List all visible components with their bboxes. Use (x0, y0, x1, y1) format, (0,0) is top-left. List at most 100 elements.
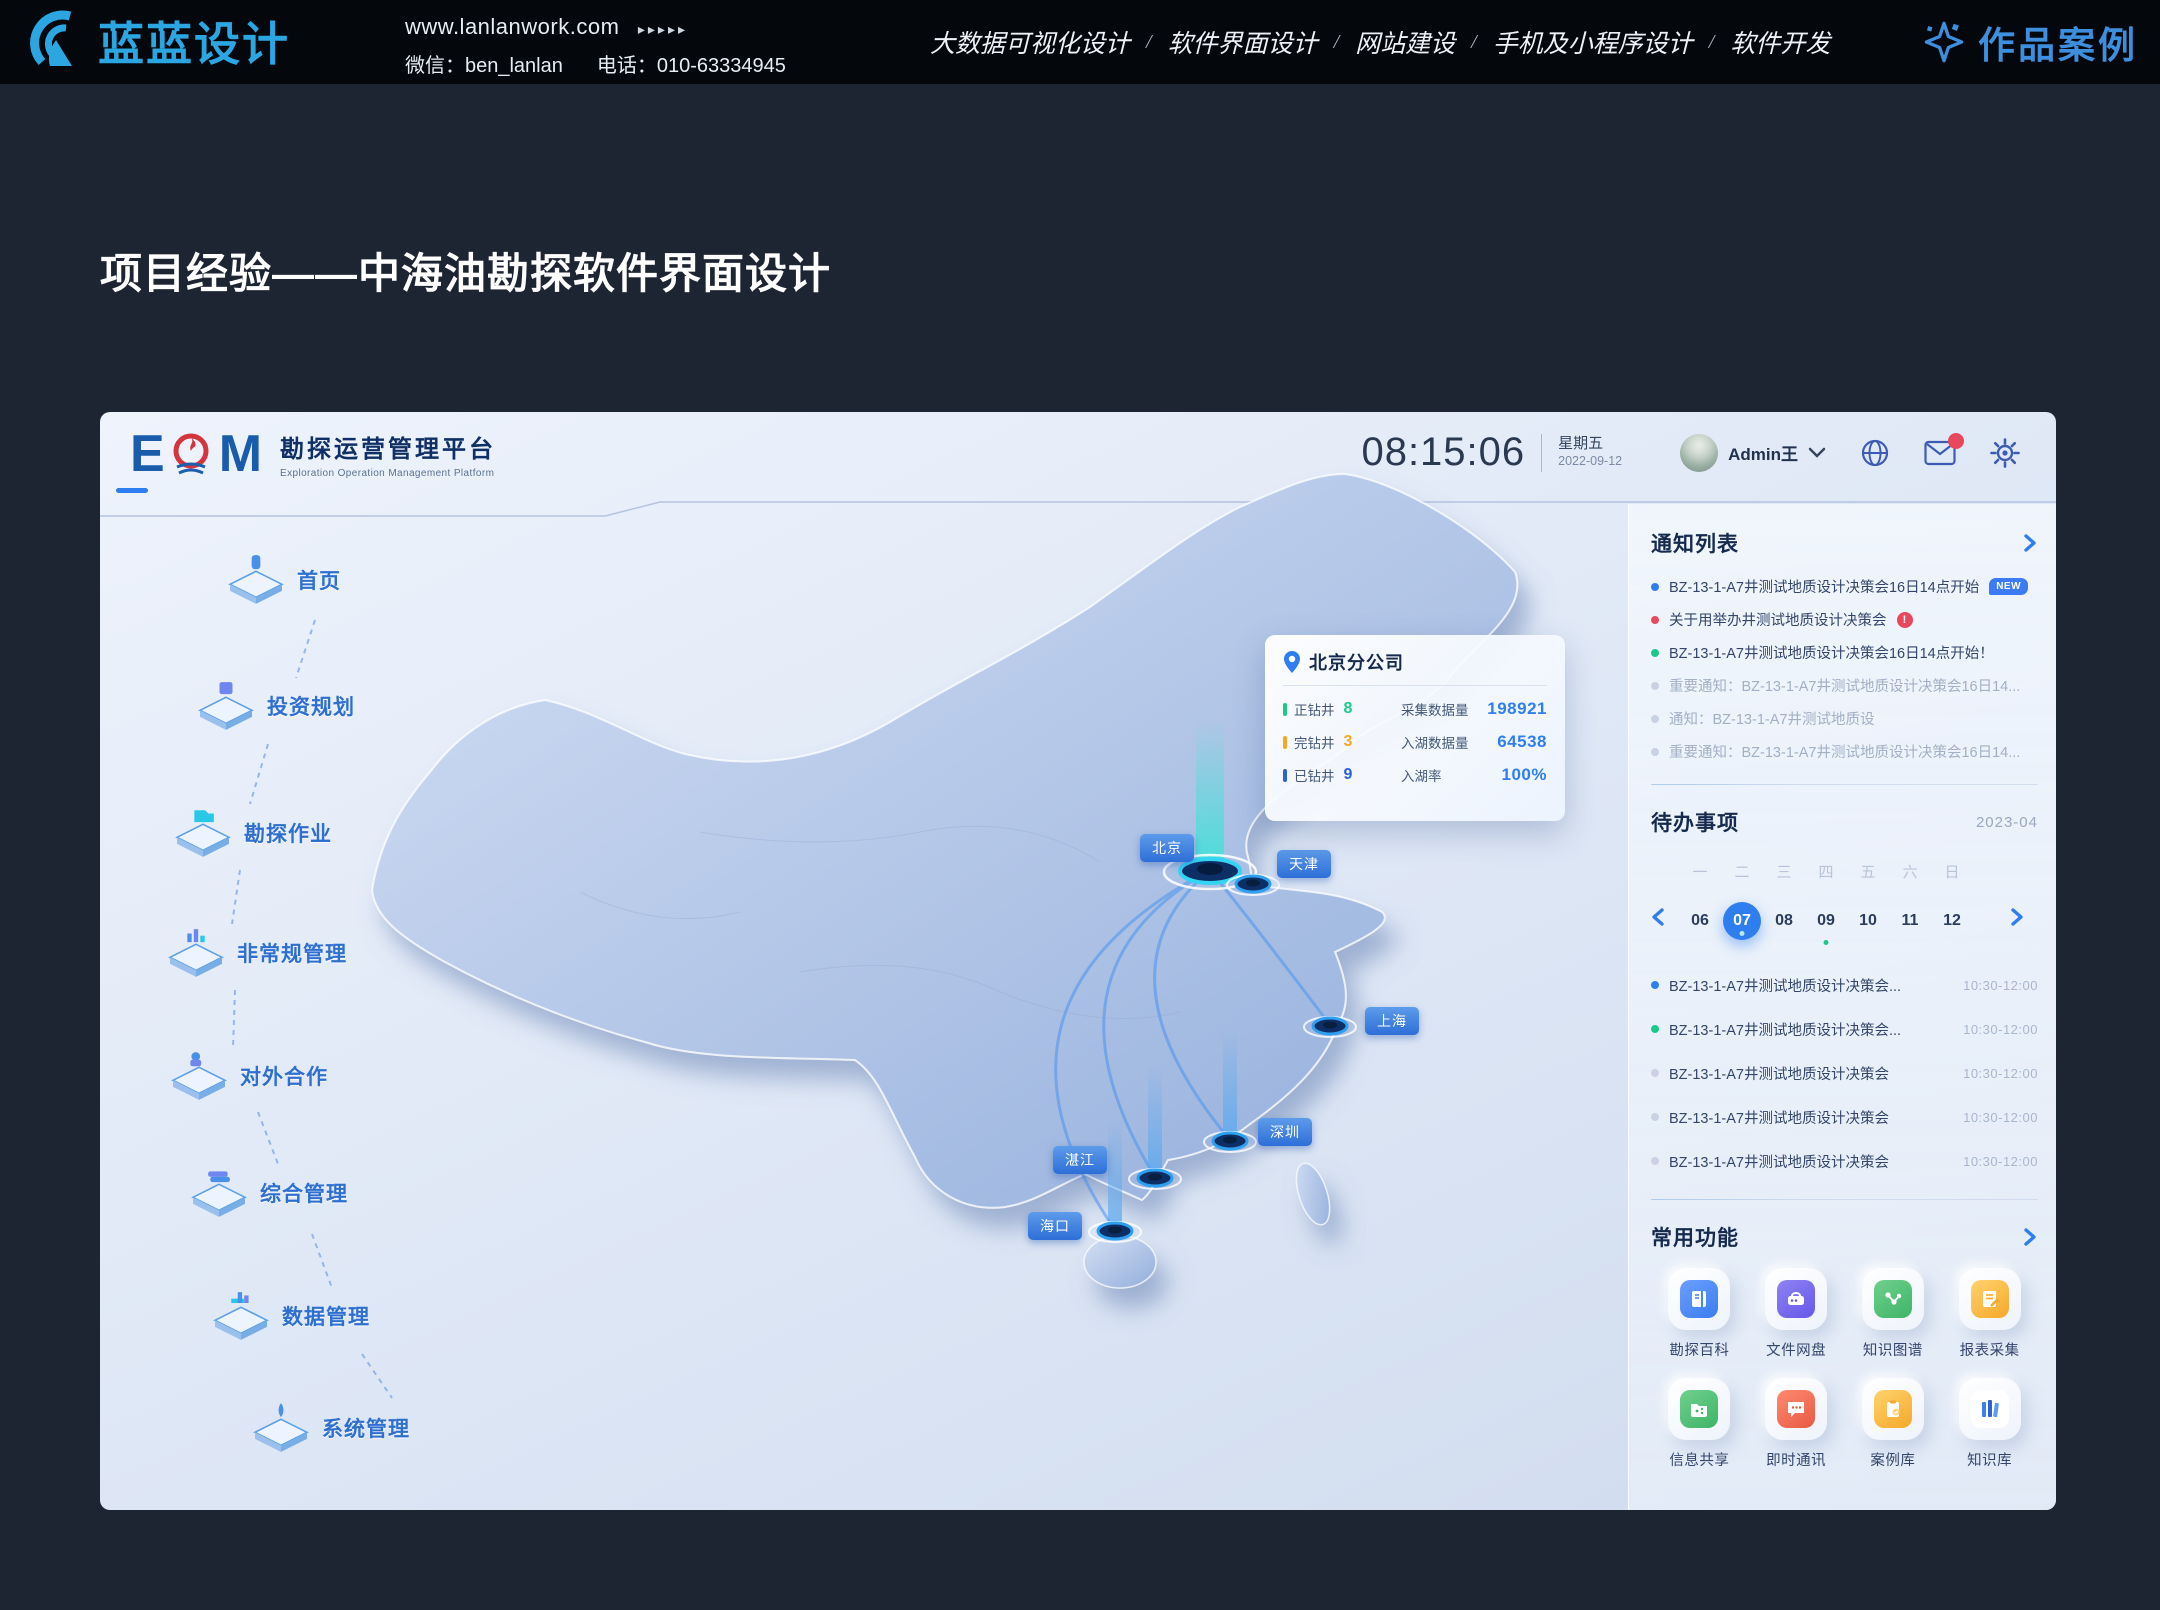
calendar-date[interactable]: 06 (1679, 901, 1721, 941)
language-globe-icon[interactable] (1860, 438, 1890, 468)
ecm-dashboard: E M 勘探运营管理平台 Exploration Operation Manag… (100, 412, 2056, 1510)
city-label-shenzhen[interactable]: 深圳 (1258, 1118, 1312, 1146)
city-label-zhanjiang[interactable]: 湛江 (1053, 1146, 1107, 1174)
calendar-prev-icon[interactable] (1651, 907, 1665, 927)
section-divider (1651, 784, 2038, 785)
calendar-date[interactable]: 10 (1847, 901, 1889, 941)
todo-row[interactable]: BZ-13-1-A7井测试地质设计决策会... 10:30-12:00 (1651, 963, 2038, 1007)
nav-item-bigdata[interactable]: 大数据可视化设计 (930, 24, 1130, 60)
city-label-shanghai[interactable]: 上海 (1365, 1007, 1419, 1035)
status-dot (1651, 1025, 1659, 1033)
site-info: www.lanlanwork.com ▸▸▸▸▸ 微信：ben_lanlan 电… (405, 14, 786, 78)
status-dot (1651, 649, 1659, 657)
sidebar-item-investment[interactable]: 投资规划 (195, 680, 355, 732)
site-wechat: 微信：ben_lanlan (405, 49, 563, 78)
shenzhen-marker[interactable] (1204, 1132, 1256, 1152)
notification-row[interactable]: BZ-13-1-A7井测试地质设计决策会16日14点开始 NEW (1651, 570, 2038, 603)
zhanjiang-marker[interactable] (1129, 1169, 1181, 1189)
fn-report-collect[interactable]: 报表采集 (1941, 1268, 2038, 1360)
todo-row[interactable]: BZ-13-1-A7井测试地质设计决策会 10:30-12:00 (1651, 1051, 2038, 1095)
notification-row[interactable]: 关于用举办井测试地质设计决策会 ! (1651, 603, 2038, 636)
calendar-next-icon[interactable] (2010, 907, 2024, 927)
nav-separator: / (1334, 31, 1340, 54)
status-dot (1651, 682, 1659, 690)
sidebar-item-unconventional[interactable]: 非常规管理 (165, 927, 347, 979)
functions-title: 常用功能 (1651, 1222, 1739, 1252)
todo-row[interactable]: BZ-13-1-A7井测试地质设计决策会 10:30-12:00 (1651, 1095, 2038, 1139)
settings-gear-icon[interactable] (1990, 438, 2020, 468)
clock: 08:15:06 (1361, 430, 1525, 475)
platform-plan-icon (195, 680, 257, 732)
nav-item-dev[interactable]: 软件开发 (1730, 24, 1830, 60)
status-dot (1651, 616, 1659, 624)
user-menu[interactable]: Admin王 (1680, 434, 1826, 472)
chevron-right-icon[interactable] (2022, 533, 2038, 553)
platform-partner-icon (168, 1050, 230, 1102)
status-dot (1651, 1157, 1659, 1165)
todo-row[interactable]: BZ-13-1-A7井测试地质设计决策会... 10:30-12:00 (1651, 1007, 2038, 1051)
calendar-date-selected[interactable]: 07 (1721, 901, 1763, 941)
mail-badge (1948, 433, 1964, 449)
weekday-label: 五 (1847, 861, 1889, 882)
todo-row[interactable]: BZ-13-1-A7井测试地质设计决策会 10:30-12:00 (1651, 1139, 2038, 1183)
fn-encyclopedia[interactable]: 勘探百科 (1651, 1268, 1748, 1360)
nav-item-website[interactable]: 网站建设 (1355, 24, 1455, 60)
calendar-date[interactable]: 12 (1931, 901, 1973, 941)
alert-icon: ! (1897, 612, 1913, 628)
chevron-right-icon[interactable] (2022, 1227, 2038, 1247)
calendar-date[interactable]: 08 (1763, 901, 1805, 941)
beijing-info-card: 北京分公司 正钻井 8 采集数据量 198921 完钻井 3 入湖数据量 645… (1265, 635, 1565, 821)
functions-header: 常用功能 (1651, 1222, 2038, 1252)
stat-drilling: 正钻井 8 (1283, 699, 1401, 719)
sidebar-item-general[interactable]: 综合管理 (188, 1167, 348, 1219)
nav-item-software-ui[interactable]: 软件界面设计 (1168, 24, 1318, 60)
sidebar-item-home[interactable]: 首页 (225, 554, 341, 606)
sidebar-item-exploration[interactable]: 勘探作业 (172, 807, 332, 859)
nav-separator: / (1146, 31, 1152, 54)
stat-bar (1283, 769, 1287, 782)
shanghai-marker[interactable] (1304, 1017, 1356, 1037)
tianjin-marker[interactable] (1227, 875, 1279, 895)
sidebar-item-cooperation[interactable]: 对外合作 (168, 1050, 328, 1102)
notification-row[interactable]: 重要通知：BZ-13-1-A7井测试地质设计决策会16日14... (1651, 669, 2038, 702)
sidebar-item-data[interactable]: 数据管理 (210, 1290, 370, 1342)
book-icon (1688, 1288, 1710, 1310)
notification-row[interactable]: 重要通知：BZ-13-1-A7井测试地质设计决策会16日14... (1651, 735, 2038, 768)
site-logo[interactable]: 蓝蓝设计 (26, 8, 290, 74)
graph-icon (1882, 1288, 1904, 1310)
fn-knowledge-base[interactable]: 知识库 (1941, 1378, 2038, 1470)
location-pin-icon (1283, 650, 1301, 674)
weekday-label: 四 (1805, 861, 1847, 882)
weekday-label: 二 (1721, 861, 1763, 882)
notifications-header: 通知列表 (1651, 528, 2038, 558)
sidebar-item-system[interactable]: 系统管理 (250, 1402, 410, 1454)
portfolio-link[interactable]: 作品案例 (1922, 0, 2138, 84)
weekday-label: 日 (1931, 861, 1973, 882)
haikou-marker[interactable] (1089, 1222, 1141, 1242)
clipboard-icon (1882, 1398, 1904, 1420)
city-label-beijing[interactable]: 北京 (1140, 834, 1194, 862)
notification-row[interactable]: BZ-13-1-A7井测试地质设计决策会16日14点开始！ (1651, 636, 2038, 669)
city-label-tianjin[interactable]: 天津 (1277, 850, 1331, 878)
fn-case-library[interactable]: 案例库 (1845, 1378, 1942, 1470)
weekday-label: 六 (1889, 861, 1931, 882)
platform-books-icon (188, 1167, 250, 1219)
notification-row[interactable]: 通知：BZ-13-1-A7井测试地质设 (1651, 702, 2038, 735)
todos-title: 待办事项 (1651, 807, 1739, 837)
sidebar-label: 综合管理 (260, 1178, 348, 1208)
city-label-haikou[interactable]: 海口 (1028, 1212, 1082, 1240)
nav-item-mobile[interactable]: 手机及小程序设计 (1493, 24, 1693, 60)
fn-info-share[interactable]: 信息共享 (1651, 1378, 1748, 1470)
mail-icon[interactable] (1924, 440, 1956, 466)
calendar-date[interactable]: 09 (1805, 901, 1847, 941)
calendar-date[interactable]: 11 (1889, 901, 1931, 941)
app-subtitle: Exploration Operation Management Platfor… (280, 468, 496, 479)
site-url: www.lanlanwork.com (405, 14, 619, 39)
functions-grid: 勘探百科 文件网盘 知 (1651, 1268, 2038, 1470)
books-icon (1978, 1397, 2002, 1421)
stat-collected: 采集数据量 198921 (1401, 699, 1547, 719)
fn-file-drive[interactable]: 文件网盘 (1748, 1268, 1845, 1360)
fn-knowledge-graph[interactable]: 知识图谱 (1845, 1268, 1942, 1360)
platform-rocket-icon (225, 554, 287, 606)
fn-instant-message[interactable]: 即时通讯 (1748, 1378, 1845, 1470)
